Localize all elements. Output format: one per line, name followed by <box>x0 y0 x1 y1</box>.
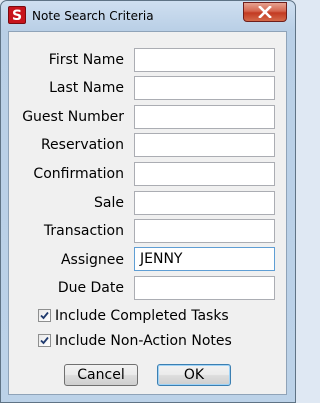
guest-number-label: Guest Number <box>22 109 124 125</box>
app-logo-icon: S <box>8 6 26 24</box>
checkmark-icon <box>40 311 49 320</box>
close-button[interactable] <box>243 2 287 22</box>
assignee-field[interactable]: JENNY <box>134 247 275 271</box>
first-name-field[interactable] <box>134 48 275 72</box>
due-date-label: Due Date <box>57 280 124 296</box>
checkmark-icon <box>40 336 49 345</box>
cancel-button[interactable]: Cancel <box>64 364 138 386</box>
transaction-label: Transaction <box>43 223 124 239</box>
include-completed-tasks-checkbox[interactable] <box>38 309 51 322</box>
due-date-field[interactable] <box>134 276 275 300</box>
sale-label: Sale <box>94 195 124 211</box>
assignee-label: Assignee <box>60 252 124 268</box>
include-non-action-notes-label[interactable]: Include Non-Action Notes <box>55 332 232 350</box>
dialog-window: S Note Search Criteria First Name Last N… <box>0 0 296 403</box>
dialog-body: First Name Last Name Guest Number Reserv… <box>8 31 287 395</box>
confirmation-field[interactable] <box>134 162 275 186</box>
reservation-label: Reservation <box>40 137 124 153</box>
include-non-action-notes-checkbox[interactable] <box>38 334 51 347</box>
include-completed-tasks-label[interactable]: Include Completed Tasks <box>55 307 229 325</box>
guest-number-field[interactable] <box>134 105 275 129</box>
confirmation-label: Confirmation <box>33 166 124 182</box>
sale-field[interactable] <box>134 191 275 215</box>
last-name-label: Last Name <box>49 80 124 96</box>
last-name-field[interactable] <box>134 76 275 100</box>
transaction-field[interactable] <box>134 219 275 243</box>
reservation-field[interactable] <box>134 133 275 157</box>
close-icon <box>258 6 272 18</box>
ok-button[interactable]: OK <box>157 364 231 386</box>
title-bar[interactable]: S Note Search Criteria <box>1 1 295 31</box>
window-title: Note Search Criteria <box>32 9 154 23</box>
first-name-label: First Name <box>48 52 124 68</box>
